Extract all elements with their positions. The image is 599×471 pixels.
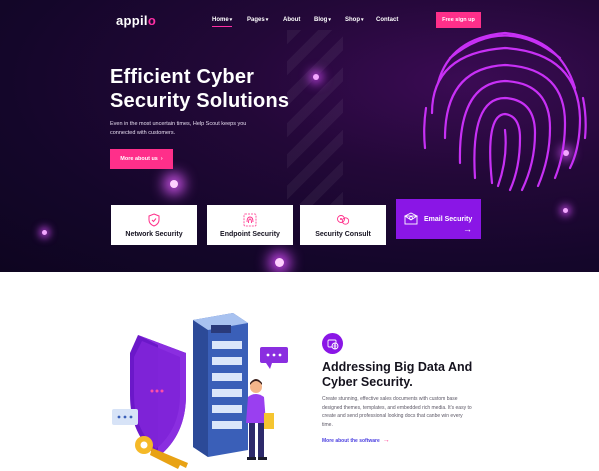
nav-item-about[interactable]: About bbox=[283, 17, 300, 23]
chevron-right-icon: › bbox=[160, 156, 163, 162]
more-about-us-button[interactable]: More about us › bbox=[110, 149, 173, 169]
nav-item-home[interactable]: Home▾ bbox=[212, 17, 233, 27]
nav-label: About bbox=[283, 17, 301, 23]
fingerprint-illustration bbox=[423, 31, 587, 192]
feature-title-line: Addressing Big Data And bbox=[322, 360, 473, 374]
server-security-illustration bbox=[112, 313, 288, 469]
glow-dot bbox=[170, 180, 178, 188]
nav-item-contact[interactable]: Contact bbox=[376, 17, 398, 23]
chevron-down-icon: ▾ bbox=[265, 17, 269, 23]
glow-dot bbox=[275, 258, 284, 267]
nav-label: Blog bbox=[314, 17, 328, 23]
service-card-endpoint-security[interactable]: Endpoint Security bbox=[207, 205, 293, 245]
service-card-email-security[interactable]: Email Security → bbox=[396, 199, 481, 239]
feature-icon-circle bbox=[322, 333, 343, 354]
arrow-right-icon: → bbox=[382, 437, 390, 444]
nav-label: Home bbox=[212, 17, 229, 23]
service-label: Email Security bbox=[424, 215, 473, 223]
shield-icon bbox=[148, 212, 160, 227]
brand-name: appil bbox=[116, 13, 148, 28]
chevron-down-icon: ▾ bbox=[229, 17, 233, 23]
nav-item-shop[interactable]: Shop▾ bbox=[345, 17, 364, 23]
hero-subtitle: Even in the most uncertain times, Help S… bbox=[110, 121, 247, 136]
button-label: More about us bbox=[120, 156, 158, 162]
globe-icon bbox=[327, 339, 338, 350]
service-label: Endpoint Security bbox=[220, 230, 280, 238]
decorative-stripes bbox=[287, 30, 343, 205]
nav-label: Shop bbox=[345, 17, 360, 23]
nav-label: Pages bbox=[247, 17, 265, 23]
nav-item-blog[interactable]: Blog▾ bbox=[314, 17, 331, 23]
hero-section: appilo Home▾ Pages▾ About Blog▾ Shop▾ Co… bbox=[0, 0, 599, 272]
feature-description: Create stunning, effective sales documen… bbox=[322, 396, 472, 428]
arrow-right-icon: → bbox=[463, 224, 472, 234]
brand-logo[interactable]: appilo bbox=[116, 13, 156, 28]
email-icon bbox=[404, 212, 418, 225]
link-label: More about the software bbox=[322, 437, 380, 444]
hero-title-line: Security Solutions bbox=[110, 90, 290, 112]
nav-item-pages[interactable]: Pages▾ bbox=[247, 17, 268, 23]
nav-label: Contact bbox=[376, 17, 399, 23]
hero-title-line: Efficient Cyber bbox=[110, 66, 255, 88]
service-card-security-consult[interactable]: Security Consult bbox=[300, 205, 386, 245]
chevron-down-icon: ▾ bbox=[361, 17, 364, 23]
more-about-software-link[interactable]: More about the software → bbox=[322, 437, 390, 444]
fingerprint-icon bbox=[243, 213, 257, 226]
free-signup-button[interactable]: Free sign up bbox=[436, 12, 481, 28]
feature-title: Addressing Big Data And Cyber Security. bbox=[322, 360, 492, 390]
consult-icon bbox=[337, 214, 350, 225]
service-label: Network Security bbox=[125, 230, 183, 238]
glow-dot bbox=[563, 208, 568, 213]
service-label: Security Consult bbox=[315, 230, 371, 238]
chevron-down-icon: ▾ bbox=[328, 17, 331, 23]
glow-dot bbox=[313, 74, 319, 80]
brand-accent: o bbox=[147, 13, 157, 28]
card-row: Email Security bbox=[404, 212, 472, 226]
service-card-network-security[interactable]: Network Security bbox=[111, 205, 197, 245]
feature-title-line: Cyber Security. bbox=[322, 375, 413, 389]
hero-title: Efficient Cyber Security Solutions bbox=[110, 65, 289, 113]
glow-dot bbox=[42, 230, 47, 235]
